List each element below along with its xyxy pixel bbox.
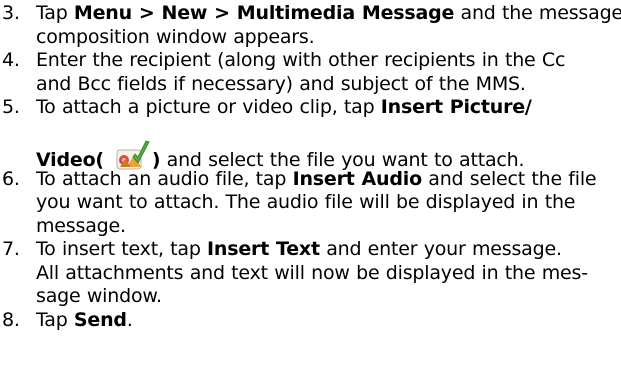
- step-line: To insert text, tap Insert Text and ente…: [36, 238, 621, 262]
- instruction-text: you want to attach. The audio file will …: [36, 191, 576, 213]
- step-7: 7. To insert text, tap Insert Text and en…: [0, 238, 621, 309]
- step-number: 7.: [2, 238, 20, 260]
- manual-page: 3. Tap Menu > New > Multimedia Message an…: [0, 0, 621, 388]
- step-number: 3.: [2, 2, 20, 24]
- instruction-text: Tap: [36, 2, 74, 24]
- ui-command-label: Insert Picture/: [380, 96, 532, 118]
- step-8: 8. Tap Send.: [0, 309, 621, 333]
- step-number: 4.: [2, 49, 20, 71]
- instruction-text: To insert text, tap: [36, 238, 208, 260]
- instruction-text: composition window appears.: [36, 25, 315, 48]
- instruction-text: Tap: [36, 308, 74, 331]
- step-3: 3. Tap Menu > New > Multimedia Message an…: [0, 2, 621, 49]
- step-line: All attachments and text will now be dis…: [36, 262, 621, 286]
- instruction-text: Enter the recipient (along with other re…: [36, 49, 566, 71]
- step-line: To attach an audio file, tap Insert Audi…: [36, 168, 621, 192]
- step-line: Enter the recipient (along with other re…: [36, 49, 621, 73]
- instruction-text: and the message: [454, 2, 621, 24]
- step-line: message.: [36, 215, 621, 239]
- step-line: composition window appears.: [36, 26, 621, 50]
- insert-picture-video-icon: [115, 138, 151, 172]
- ui-command-label: Insert Audio: [292, 167, 423, 190]
- instruction-text: and enter your message.: [319, 238, 562, 260]
- instruction-text: .: [126, 308, 133, 331]
- step-number: 8.: [2, 308, 20, 331]
- instruction-text: All attachments and text will now be dis…: [36, 261, 588, 284]
- ui-command-label: Insert Text: [207, 238, 320, 260]
- step-5: 5. To attach a picture or video clip, tap…: [0, 96, 621, 171]
- step-number: 5.: [2, 96, 20, 118]
- ui-command-label: Menu > New > Multimedia Message: [73, 2, 455, 24]
- instruction-steps: 3. Tap Menu > New > Multimedia Message an…: [0, 2, 621, 332]
- instruction-text: message.: [36, 214, 126, 237]
- step-line: sage window.: [36, 285, 621, 309]
- step-4: 4. Enter the recipient (along with other …: [0, 49, 621, 96]
- step-line: you want to attach. The audio file will …: [36, 191, 621, 215]
- step-line: To attach a picture or video clip, tap I…: [36, 96, 621, 120]
- ui-command-label: Send: [73, 308, 127, 331]
- instruction-text: To attach an audio file, tap: [36, 167, 293, 190]
- instruction-text: and select the file: [421, 167, 597, 190]
- instruction-text: To attach a picture or video clip, tap: [36, 96, 381, 118]
- step-number: 6.: [2, 167, 20, 190]
- instruction-text: and Bcc fields if necessary) and subject…: [36, 72, 526, 95]
- step-line: and Bcc fields if necessary) and subject…: [36, 73, 621, 97]
- step-line: Tap Send.: [36, 309, 621, 333]
- step-line: Tap Menu > New > Multimedia Message and …: [36, 2, 621, 26]
- instruction-text: sage window.: [36, 285, 162, 307]
- step-line: Video( ) and select the file you want to…: [36, 138, 621, 171]
- step-6: 6. To attach an audio file, tap Insert Au…: [0, 168, 621, 239]
